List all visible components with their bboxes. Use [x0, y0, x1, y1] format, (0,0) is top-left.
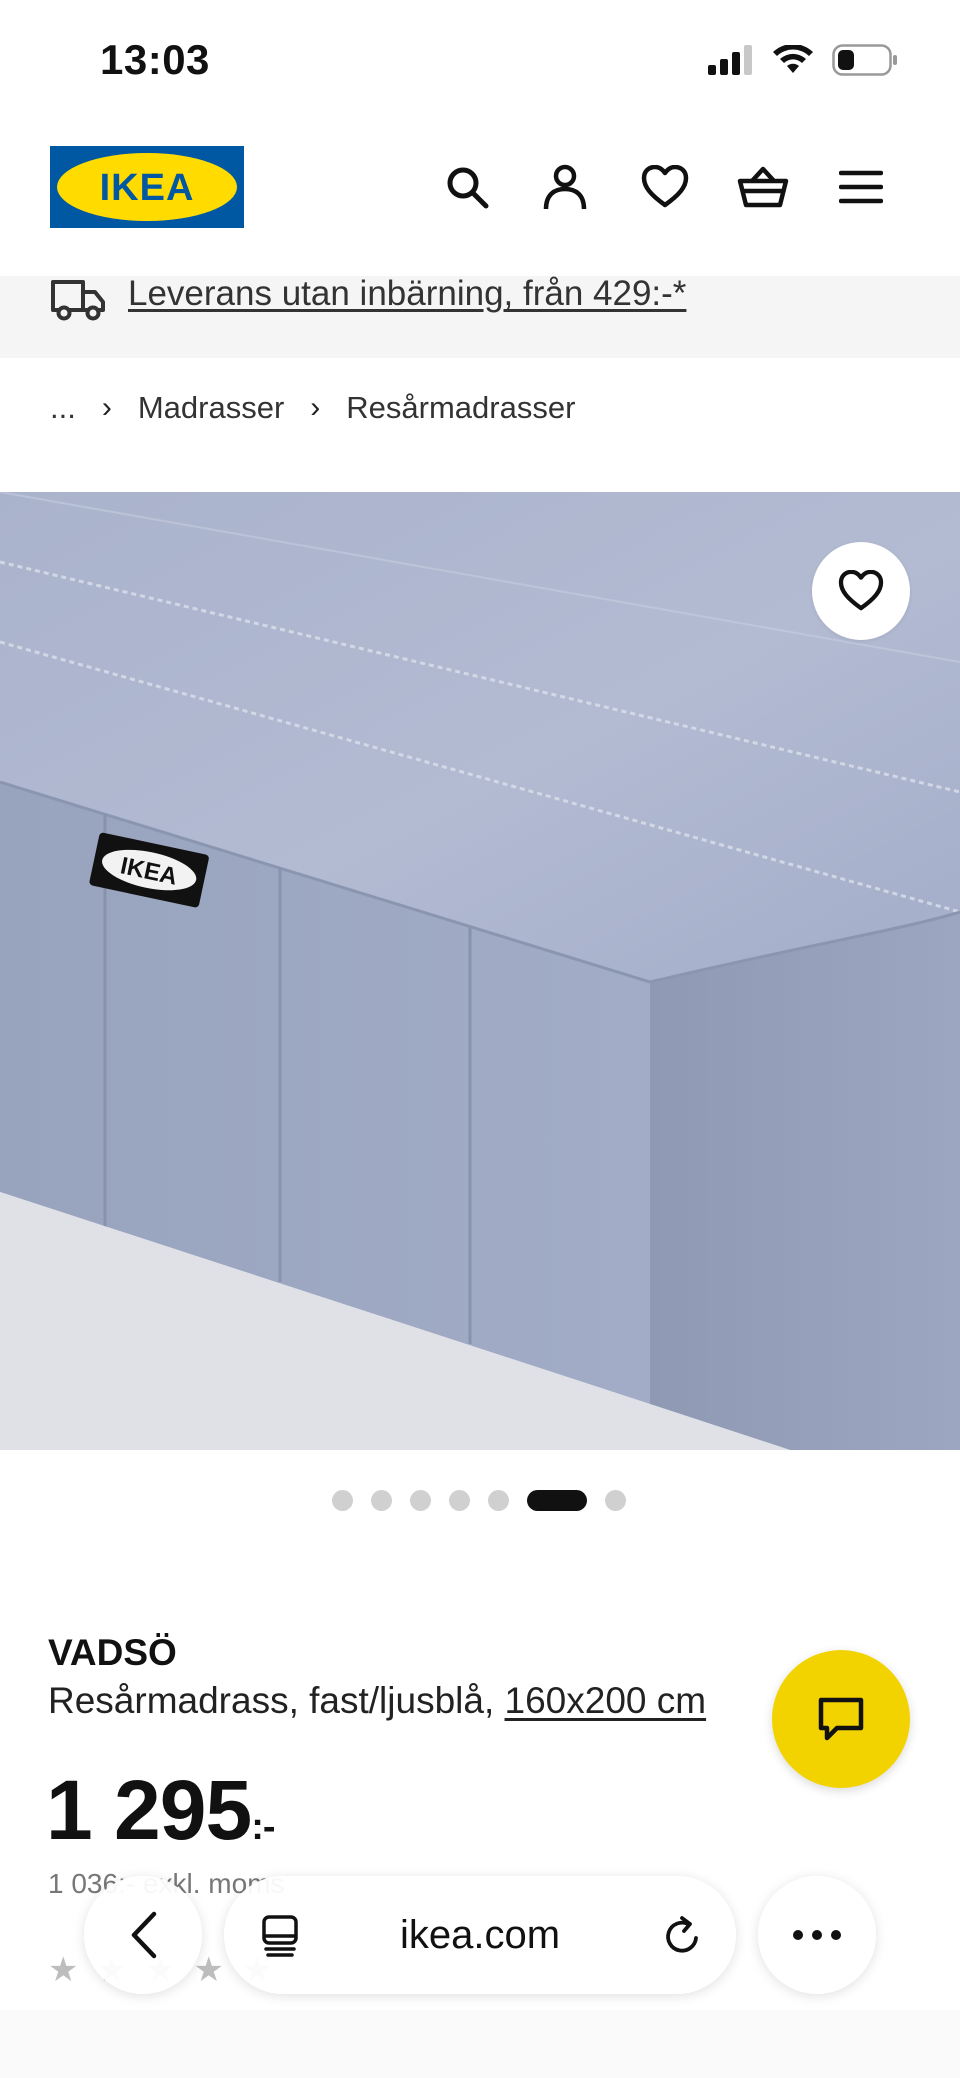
chat-icon — [818, 1697, 864, 1741]
more-dots-icon — [793, 1930, 841, 1940]
search-icon[interactable] — [440, 160, 494, 214]
add-to-favorites-button[interactable] — [812, 542, 910, 640]
product-image[interactable]: IKEA — [0, 492, 960, 1450]
carousel-dot[interactable] — [605, 1490, 626, 1511]
chat-button[interactable] — [772, 1650, 910, 1788]
cellular-signal-icon — [708, 45, 752, 75]
product-description: Resårmadrass, fast/ljusblå, 160x200 cm — [48, 1680, 706, 1722]
breadcrumb-item-resarmadrasser[interactable]: Resårmadrasser — [346, 390, 575, 426]
carousel-dot[interactable] — [449, 1490, 470, 1511]
delivery-link[interactable]: Leverans utan inbärning, från 429:-* — [128, 274, 686, 314]
truck-icon — [50, 276, 106, 327]
status-icons — [708, 44, 898, 76]
logo-text: IKEA — [100, 167, 195, 209]
wifi-icon — [773, 45, 813, 73]
carousel-dot-active[interactable] — [527, 1490, 587, 1511]
chevron-left-icon — [131, 1911, 157, 1959]
reload-icon[interactable] — [660, 1914, 704, 1958]
status-time: 13:03 — [100, 36, 210, 83]
price-currency: :- — [251, 1806, 275, 1848]
battery-icon — [832, 44, 897, 76]
more-options-button[interactable] — [758, 1876, 876, 1994]
heart-icon — [838, 570, 884, 611]
breadcrumb-ellipsis[interactable]: ... — [50, 390, 76, 426]
ikea-logo[interactable]: IKEA — [50, 146, 244, 228]
star-icon: ★ — [48, 1951, 79, 1989]
menu-icon[interactable] — [834, 160, 888, 214]
product-name: VADSÖ — [48, 1632, 177, 1673]
chevron-right-icon: › — [310, 391, 321, 424]
price-value: 1 295 — [46, 1763, 252, 1857]
carousel-dot[interactable] — [488, 1490, 509, 1511]
chevron-right-icon: › — [101, 391, 112, 424]
basket-icon[interactable] — [736, 160, 790, 214]
breadcrumb-item-madrasser[interactable]: Madrasser — [138, 390, 284, 426]
heart-icon[interactable] — [638, 160, 692, 214]
browser-back-button[interactable] — [84, 1876, 202, 1994]
account-icon[interactable] — [538, 160, 592, 214]
product-price: 1 295:- — [46, 1762, 276, 1859]
size-link[interactable]: 160x200 cm — [505, 1680, 707, 1721]
product-type: Resårmadrass, fast/ljusblå, — [48, 1680, 505, 1721]
breadcrumb: ... › Madrasser › Resårmadrasser — [50, 390, 575, 426]
carousel-dot[interactable] — [371, 1490, 392, 1511]
carousel-dot[interactable] — [332, 1490, 353, 1511]
carousel-indicator — [332, 1490, 626, 1511]
tabs-icon[interactable] — [258, 1914, 302, 1958]
bottom-area — [0, 2010, 960, 2078]
carousel-dot[interactable] — [410, 1490, 431, 1511]
